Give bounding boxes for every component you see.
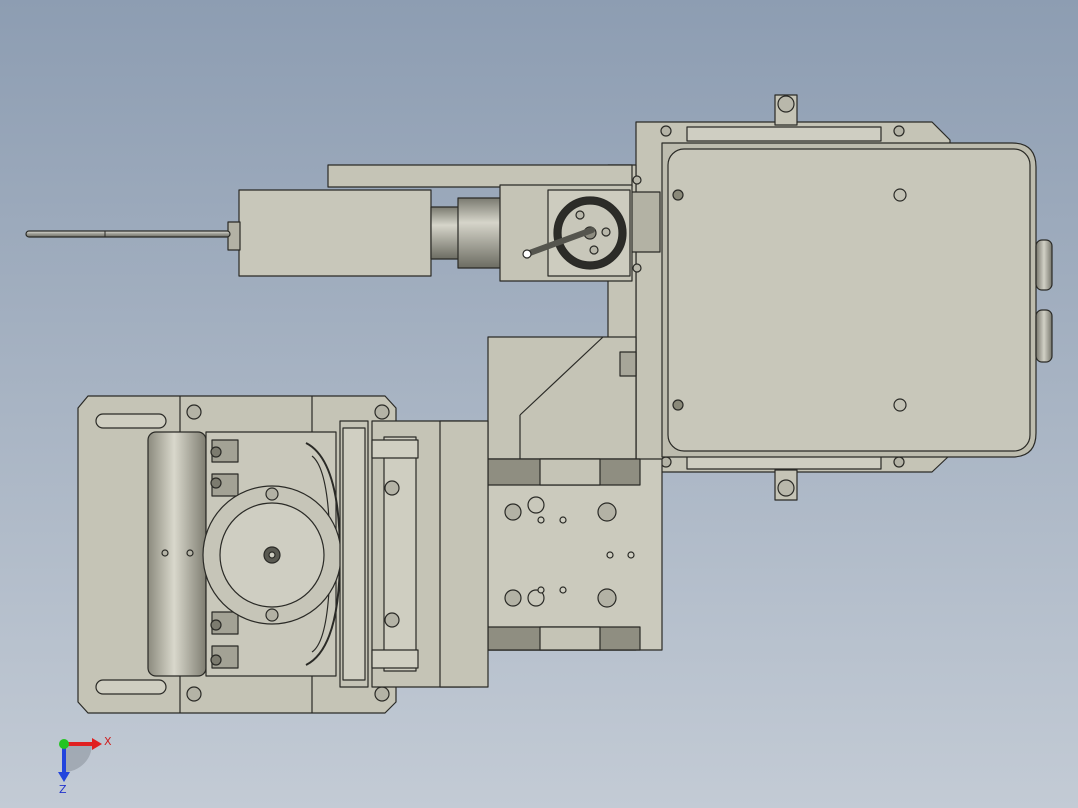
screw-icon [597, 502, 617, 522]
fitting-nut [619, 351, 637, 377]
model-drawing[interactable]: X Z [0, 0, 1078, 808]
connector-upper [1035, 239, 1053, 291]
screw-icon [265, 608, 279, 622]
slot-bottom [95, 679, 167, 695]
arm-top-bar [327, 164, 633, 188]
screw-icon [504, 589, 522, 607]
screw-icon [210, 477, 222, 489]
screw-icon [601, 227, 611, 237]
orientation-triad: X Z [58, 735, 112, 796]
drum [147, 431, 207, 677]
screw-icon [575, 210, 585, 220]
screw-icon [210, 619, 222, 631]
motor-housing [635, 94, 1053, 501]
screw-icon [374, 404, 390, 420]
screw-icon [893, 456, 905, 468]
base-assembly [77, 395, 489, 714]
screw-icon [210, 654, 222, 666]
slot-top [95, 413, 167, 429]
screw-icon [210, 446, 222, 458]
connector-lower [1035, 309, 1053, 363]
x-axis-label: X [104, 735, 112, 748]
probe-rod [25, 230, 231, 238]
cylinder-step-2 [457, 197, 503, 269]
motor-top-tab [686, 126, 882, 142]
motor-top-lug-bolt [777, 95, 795, 113]
screw-icon [672, 189, 684, 201]
screw-icon [504, 503, 522, 521]
screw-icon [672, 399, 684, 411]
arm-collar [629, 191, 661, 253]
z-axis-label: Z [59, 783, 67, 796]
triad-shadow [64, 744, 92, 772]
screw-icon [893, 188, 907, 202]
cylinder-step-1 [430, 206, 460, 260]
center-slide [487, 336, 663, 651]
screw-icon [384, 480, 400, 496]
screw-icon [632, 263, 642, 273]
screw-icon [893, 125, 905, 137]
screw-icon [597, 588, 617, 608]
screw-icon [186, 404, 202, 420]
screw-icon [384, 612, 400, 628]
motor-bottom-lug-bolt [777, 479, 795, 497]
screw-icon [893, 398, 907, 412]
cad-viewport[interactable]: X Z [0, 0, 1078, 808]
screw-icon [186, 686, 202, 702]
screw-icon [632, 175, 642, 185]
screw-icon [660, 125, 672, 137]
screw-icon [265, 487, 279, 501]
screw-icon [374, 686, 390, 702]
screw-icon [589, 245, 599, 255]
motor-cover-face [667, 148, 1031, 452]
slide-block [487, 458, 663, 651]
sensor-body [238, 189, 432, 277]
y-axis-dot [59, 739, 69, 749]
